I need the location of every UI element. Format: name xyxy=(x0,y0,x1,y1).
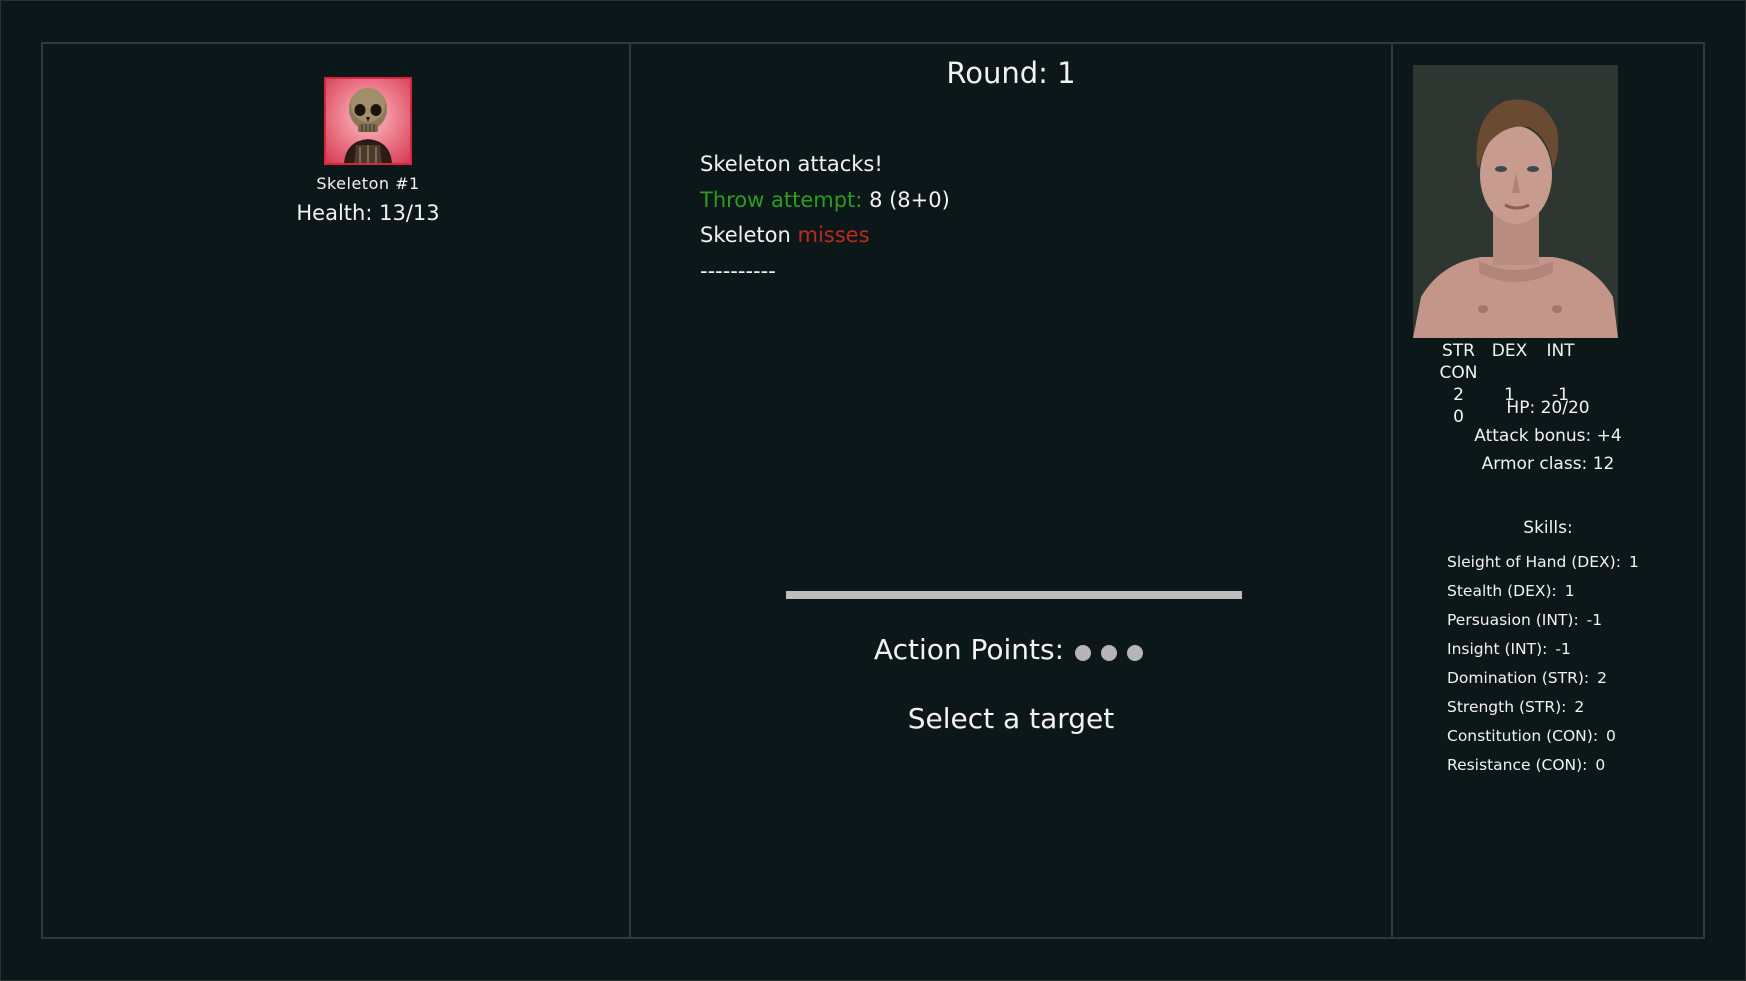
action-point-dot xyxy=(1101,644,1118,661)
stat-name: CON xyxy=(1439,363,1478,383)
skill-value: 2 xyxy=(1597,669,1608,687)
skills-list: Sleight of Hand (DEX): 1 Stealth (DEX): 1 Pe… xyxy=(1447,548,1639,780)
hero-armor-class: Armor class: 12 xyxy=(1393,454,1703,474)
armor-class-label: Armor class: xyxy=(1481,454,1588,474)
skill-row: Constitution (CON): 0 xyxy=(1447,722,1639,751)
stat-name: STR xyxy=(1442,341,1475,361)
skill-name: Sleight of Hand (DEX): xyxy=(1447,553,1621,571)
skill-name: Resistance (CON): xyxy=(1447,756,1588,774)
hero-panel: STR DEX INT CON 2 1 -1 0 HP: 20/20 Attack bonus… xyxy=(1393,44,1703,937)
combat-log: Skeleton attacks! Throw attempt: 8 (8+0)… xyxy=(700,147,950,289)
hero-portrait-icon xyxy=(1413,65,1618,338)
skill-name: Constitution (CON): xyxy=(1447,727,1599,745)
skill-value: 0 xyxy=(1606,727,1616,745)
select-target-prompt: Select a target xyxy=(907,702,1115,735)
skill-row: Persuasion (INT): -1 xyxy=(1447,606,1639,635)
hero-attack-bonus: Attack bonus: +4 xyxy=(1393,426,1703,446)
enemy-name: Skeleton #1 xyxy=(316,174,420,193)
round-value: 1 xyxy=(1057,56,1076,90)
log-separator: ---------- xyxy=(700,258,776,283)
attack-result: misses xyxy=(797,223,870,247)
skill-value: 1 xyxy=(1628,553,1639,571)
skill-value: 2 xyxy=(1574,698,1585,716)
enemy-health: Health: 13/13 xyxy=(283,201,453,225)
action-points-label: Action Points: xyxy=(873,633,1065,666)
throw-attempt-value: 8 (8+0) xyxy=(869,187,950,212)
log-line: Skeleton misses xyxy=(700,218,950,254)
skill-name: Stealth (DEX): xyxy=(1447,582,1557,600)
skill-value: -1 xyxy=(1555,640,1571,658)
skill-value: -1 xyxy=(1586,611,1603,629)
combat-panel: Round: 1 Skeleton attacks! Throw attempt… xyxy=(631,44,1391,937)
skill-value: 0 xyxy=(1595,756,1606,774)
skill-row: Sleight of Hand (DEX): 1 xyxy=(1447,548,1639,577)
turn-progress-fill xyxy=(786,591,1242,599)
skill-row: Insight (INT): -1 xyxy=(1447,635,1639,664)
hp-value: 20/20 xyxy=(1540,398,1590,418)
attack-bonus-value: +4 xyxy=(1596,426,1622,446)
round-indicator: Round: 1 xyxy=(631,56,1391,90)
skill-name: Domination (STR): xyxy=(1447,669,1590,687)
action-point-dot xyxy=(1127,644,1144,661)
skill-name: Strength (STR): xyxy=(1447,698,1567,716)
skill-name: Persuasion (INT): xyxy=(1447,611,1579,629)
action-point-dot xyxy=(1075,644,1092,661)
throw-attempt-label: Throw attempt: xyxy=(700,187,863,212)
skill-row: Resistance (CON): 0 xyxy=(1447,751,1639,780)
enemy-health-value: 13/13 xyxy=(379,201,440,225)
skill-name: Insight (INT): xyxy=(1447,640,1548,658)
enemy-panel: Skeleton #1 Health: 13/13 xyxy=(43,44,629,937)
enemy-health-label: Health: xyxy=(296,201,373,225)
attack-bonus-label: Attack bonus: xyxy=(1474,426,1592,446)
log-line: Throw attempt: 8 (8+0) xyxy=(700,183,950,219)
skill-row: Strength (STR): 2 xyxy=(1447,693,1639,722)
skill-value: 1 xyxy=(1564,582,1575,600)
action-points-dots xyxy=(1070,635,1148,668)
stat-names-row: STR DEX INT CON xyxy=(1433,340,1633,384)
armor-class-value: 12 xyxy=(1592,454,1615,474)
turn-progress-bar xyxy=(786,591,1242,599)
skeleton-portrait-icon[interactable] xyxy=(324,77,412,165)
skills-title: Skills: xyxy=(1523,518,1573,538)
hp-label: HP: xyxy=(1506,398,1536,418)
stat-name: DEX xyxy=(1491,341,1528,361)
skill-row: Domination (STR): 2 xyxy=(1447,664,1639,693)
hero-hp: HP: 20/20 xyxy=(1393,398,1703,418)
action-points: Action Points: xyxy=(631,633,1391,668)
skill-row: Stealth (DEX): 1 xyxy=(1447,577,1639,606)
attack-subject: Skeleton xyxy=(700,223,791,247)
enemy-card[interactable]: Skeleton #1 Health: 13/13 xyxy=(283,77,453,225)
log-line: Skeleton attacks! xyxy=(700,152,883,176)
round-label: Round: xyxy=(946,56,1048,90)
stat-name: INT xyxy=(1546,341,1575,361)
combat-frame: Skeleton #1 Health: 13/13 Round: 1 Skele… xyxy=(41,42,1705,939)
